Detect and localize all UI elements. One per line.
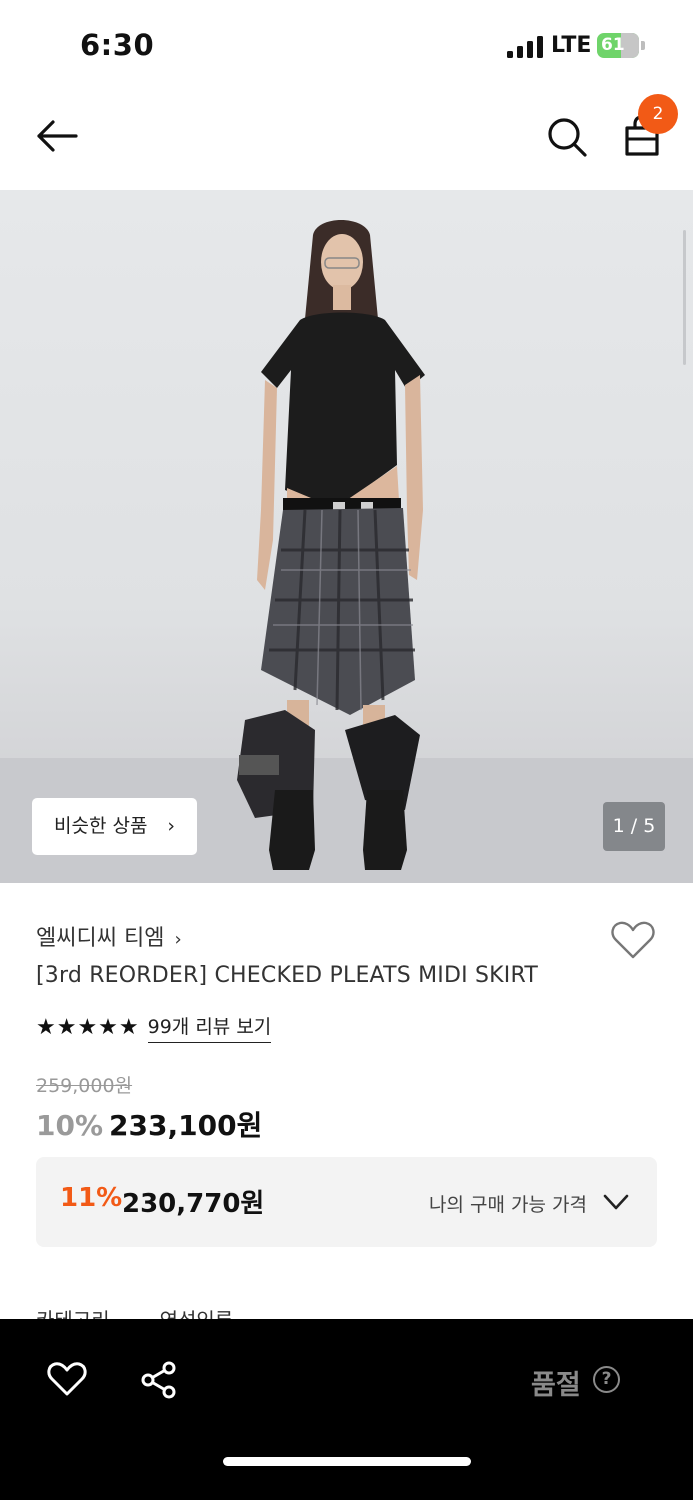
product-title: [3rd REORDER] CHECKED PLEATS MIDI SKIRT bbox=[36, 963, 538, 988]
scroll-indicator bbox=[683, 230, 686, 365]
review-link[interactable]: 99개 리뷰 보기 bbox=[147, 1012, 272, 1043]
cart-count-badge: 2 bbox=[638, 94, 678, 134]
top-navigation bbox=[0, 92, 693, 190]
best-price-label: 나의 구매 가능 가격 bbox=[429, 1194, 587, 1216]
chevron-right-icon: › bbox=[174, 929, 182, 950]
product-image-carousel[interactable]: 비슷한 상품 › 1 / 5 bbox=[0, 190, 693, 883]
status-bar: 6:30 LTE 61 bbox=[0, 0, 693, 92]
search-icon[interactable] bbox=[545, 115, 589, 159]
star-rating: ★★★★★ bbox=[36, 1014, 140, 1040]
back-arrow-icon[interactable] bbox=[34, 116, 80, 156]
soldout-label: 품절 bbox=[531, 1370, 581, 1401]
chevron-right-icon: › bbox=[167, 815, 175, 837]
wishlist-heart-icon[interactable] bbox=[610, 920, 656, 960]
network-label: LTE bbox=[551, 33, 592, 58]
battery-indicator: 61 bbox=[597, 33, 639, 58]
chevron-down-icon bbox=[603, 1194, 629, 1210]
discount-rate: 10% bbox=[36, 1109, 104, 1142]
home-indicator bbox=[223, 1457, 471, 1466]
bottom-action-bar: 품절 ? bbox=[0, 1319, 693, 1500]
share-icon[interactable] bbox=[140, 1361, 178, 1399]
battery-level: 61 bbox=[601, 35, 625, 55]
similar-products-button[interactable]: 비슷한 상품 › bbox=[32, 798, 197, 855]
similar-products-label: 비슷한 상품 bbox=[54, 815, 148, 837]
best-discount-rate: 11% bbox=[60, 1183, 123, 1213]
sale-price: 233,100원 bbox=[109, 1109, 263, 1142]
best-price-value: 230,770원 bbox=[122, 1189, 265, 1219]
image-counter: 1 / 5 bbox=[603, 802, 665, 851]
brand-link[interactable]: 엘씨디씨 티엠 › bbox=[36, 920, 182, 952]
product-photo-model bbox=[237, 220, 425, 870]
heart-icon[interactable] bbox=[47, 1361, 87, 1397]
price-row: 10% 233,100원 bbox=[36, 1104, 262, 1144]
help-icon[interactable]: ? bbox=[593, 1366, 620, 1393]
original-price: 259,000원 bbox=[36, 1075, 133, 1097]
rating-row: ★★★★★ 99개 리뷰 보기 bbox=[36, 1012, 272, 1043]
best-price-dropdown[interactable]: 11% 230,770원 나의 구매 가능 가격 bbox=[36, 1157, 657, 1247]
battery-nub bbox=[641, 41, 645, 50]
info-tabs-partial: 카테고리 연성인류 bbox=[36, 1304, 283, 1320]
status-time: 6:30 bbox=[80, 28, 155, 62]
signal-icon bbox=[507, 36, 543, 58]
brand-name: 엘씨디씨 티엠 bbox=[36, 926, 165, 951]
